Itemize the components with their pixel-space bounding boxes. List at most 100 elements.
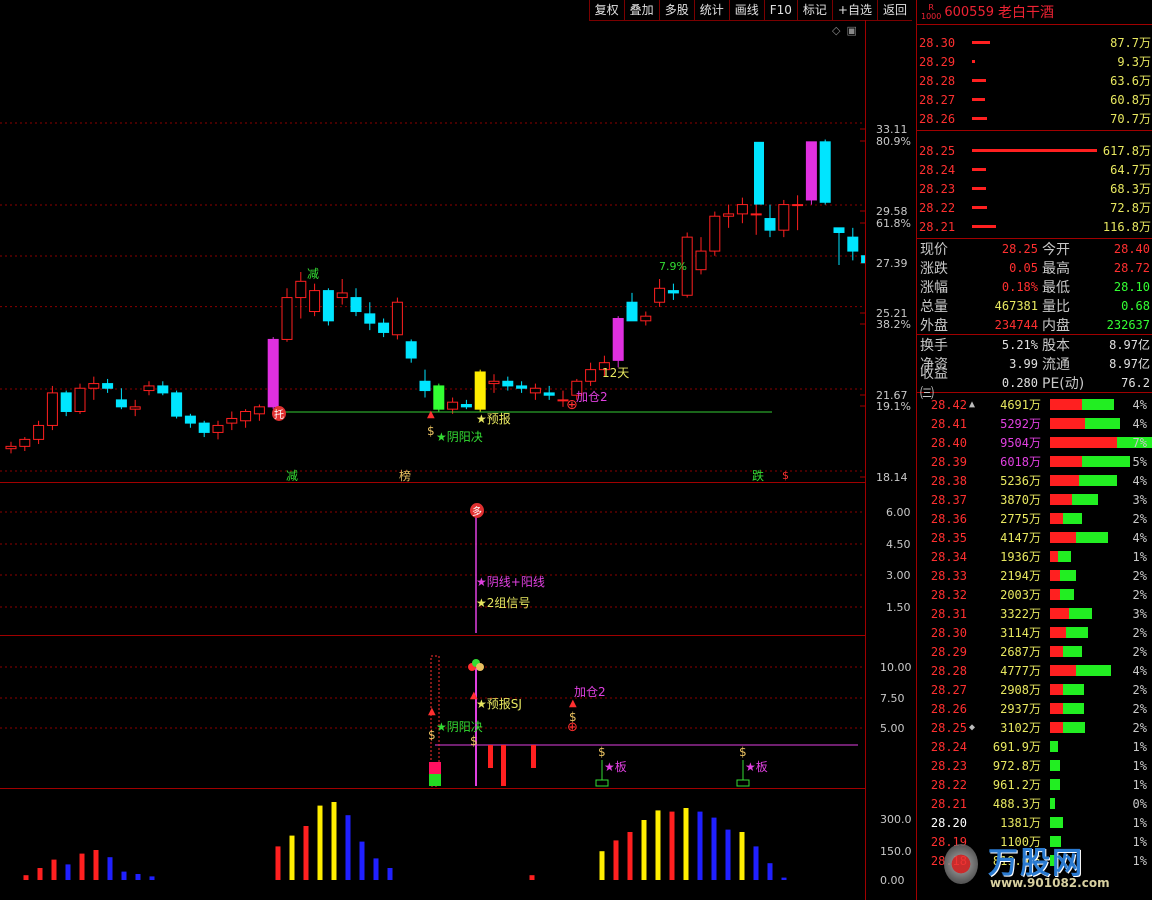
pv-bar-red bbox=[1050, 418, 1086, 429]
order-volume: 60.8万 bbox=[1110, 93, 1151, 107]
order-bids-row[interactable]: 28.21 116.8万 bbox=[917, 217, 1152, 236]
quote-row: 涨幅 0.18% 最低 28.10 bbox=[917, 277, 1152, 296]
order-price: 28.23 bbox=[919, 181, 956, 196]
annotation-add-position-p3: 加仓2 bbox=[574, 685, 606, 699]
price-volume-row[interactable]: 28.41 5292万 4% bbox=[917, 414, 1152, 433]
volume-bar bbox=[697, 811, 703, 880]
toolbar-button-2[interactable]: 多股 bbox=[658, 0, 694, 20]
volume-bar bbox=[23, 875, 29, 880]
price-volume-row[interactable]: 28.39 6018万 5% bbox=[917, 452, 1152, 471]
toolbar-button-3[interactable]: 统计 bbox=[693, 0, 729, 20]
pv-bar-green bbox=[1062, 684, 1084, 695]
price-volume-row[interactable]: 28.37 3870万 3% bbox=[917, 490, 1152, 509]
pv-price: 28.35 bbox=[930, 530, 967, 545]
order-bids-row[interactable]: 28.25 617.8万 bbox=[917, 141, 1152, 160]
order-asks-row[interactable]: 28.26 70.7万 bbox=[917, 109, 1152, 128]
quote-key: 量比 bbox=[1042, 298, 1070, 315]
price-volume-row[interactable]: 28.22 961.2万 1% bbox=[917, 775, 1152, 794]
price-volume-table[interactable]: 28.42 ▲ 4691万 4% 28.41 5292万 4% 28.40 9504万 7% 28.… bbox=[917, 395, 1152, 870]
price-volume-row[interactable]: 28.33 2194万 2% bbox=[917, 566, 1152, 585]
toolbar-button-7[interactable]: +自选 bbox=[831, 0, 877, 20]
candle bbox=[240, 410, 252, 422]
price-volume-row[interactable]: 28.42 ▲ 4691万 4% bbox=[917, 395, 1152, 414]
panel3-block bbox=[429, 774, 441, 786]
pv-percent: 2% bbox=[1132, 701, 1147, 716]
order-asks-row[interactable]: 28.28 63.6万 bbox=[917, 71, 1152, 90]
toolbar-button-5[interactable]: F10 bbox=[763, 0, 797, 20]
price-volume-row[interactable]: 28.32 2003万 2% bbox=[917, 585, 1152, 604]
volume-bar bbox=[303, 826, 309, 880]
panel3-axis-1: 7.50 bbox=[880, 692, 905, 705]
toolbar-button-0[interactable]: 复权 bbox=[588, 0, 624, 20]
panel2-axis-3: 1.50 bbox=[886, 601, 911, 614]
candle bbox=[667, 290, 679, 294]
order-price: 28.26 bbox=[919, 111, 956, 126]
pv-bar-green bbox=[1062, 646, 1082, 657]
quote-value: 28.40 bbox=[1113, 241, 1150, 256]
price-volume-row[interactable]: 28.36 2775万 2% bbox=[917, 509, 1152, 528]
price-volume-row[interactable]: 28.26 2937万 2% bbox=[917, 699, 1152, 718]
order-bar bbox=[972, 41, 990, 44]
volume-bar bbox=[93, 850, 99, 880]
order-price: 28.29 bbox=[919, 54, 956, 69]
price-volume-row[interactable]: 28.28 4777万 4% bbox=[917, 661, 1152, 680]
price-volume-row[interactable]: 28.34 1936万 1% bbox=[917, 547, 1152, 566]
toolbar-button-4[interactable]: 画线 bbox=[728, 0, 764, 20]
order-asks-row[interactable]: 28.29 9.3万 bbox=[917, 52, 1152, 71]
order-volume: 70.7万 bbox=[1110, 112, 1151, 126]
volume-bar bbox=[739, 832, 745, 880]
toolbar-button-1[interactable]: 叠加 bbox=[623, 0, 659, 20]
quote-key: 最低 bbox=[1042, 279, 1070, 296]
pv-bar-red bbox=[1050, 608, 1070, 619]
order-asks-row[interactable]: 28.27 60.8万 bbox=[917, 90, 1152, 109]
order-bids-row[interactable]: 28.24 64.7万 bbox=[917, 160, 1152, 179]
price-volume-row[interactable]: 28.23 972.8万 1% bbox=[917, 756, 1152, 775]
order-bids-row[interactable]: 28.23 68.3万 bbox=[917, 179, 1152, 198]
volume-bar bbox=[107, 857, 113, 880]
pv-bar-green bbox=[1082, 399, 1114, 410]
pv-bar-green bbox=[1066, 627, 1089, 638]
price-volume-row[interactable]: 28.30 3114万 2% bbox=[917, 623, 1152, 642]
chart-area[interactable]: 33.11 80.9% 29.58 61.8% 27.39 25.21 38.2% 21.67… bbox=[0, 0, 912, 900]
toolbar-button-6[interactable]: 标记 bbox=[796, 0, 832, 20]
annotation-reduce-top: 减 bbox=[307, 267, 320, 281]
annotation-twelve-days: 12天 bbox=[602, 366, 630, 380]
kline-chart-svg[interactable] bbox=[0, 0, 866, 900]
volume-bar bbox=[599, 851, 605, 880]
toolbar-button-8[interactable]: 返回 bbox=[876, 0, 912, 20]
annotation-ban-1: ★板 bbox=[745, 760, 768, 774]
pv-bar bbox=[1050, 798, 1055, 809]
candle bbox=[502, 380, 514, 387]
price-volume-row[interactable]: 28.31 3322万 3% bbox=[917, 604, 1152, 623]
price-volume-row[interactable]: 28.29 2687万 2% bbox=[917, 642, 1152, 661]
stock-header[interactable]: R 1000 600559 老白干酒 bbox=[917, 0, 1152, 25]
order-bar bbox=[972, 79, 986, 82]
candle bbox=[115, 399, 127, 408]
volume-bar bbox=[331, 802, 337, 880]
panel2-axis-1: 4.50 bbox=[886, 538, 911, 551]
price-volume-row[interactable]: 28.24 691.9万 1% bbox=[917, 737, 1152, 756]
price-volume-row[interactable]: 28.21 488.3万 0% bbox=[917, 794, 1152, 813]
price-volume-row[interactable]: 28.25 ◆ 3102万 2% bbox=[917, 718, 1152, 737]
pv-bar bbox=[1050, 646, 1082, 657]
panel3-bar bbox=[501, 745, 506, 786]
price-volume-row[interactable]: 28.38 5236万 4% bbox=[917, 471, 1152, 490]
arrow-up-icon: ▲ bbox=[427, 409, 435, 420]
order-bar bbox=[972, 98, 985, 101]
annotation-yinyang: ★阴阳决 bbox=[436, 430, 483, 444]
order-bids-row[interactable]: 28.22 72.8万 bbox=[917, 198, 1152, 217]
quote-value: 28.25 bbox=[1001, 241, 1038, 256]
price-volume-row[interactable]: 28.27 2908万 2% bbox=[917, 680, 1152, 699]
pv-volume: 2937万 bbox=[1000, 702, 1041, 716]
candle bbox=[723, 213, 735, 217]
order-asks-row[interactable]: 28.30 87.7万 bbox=[917, 33, 1152, 52]
price-volume-row[interactable]: 28.35 4147万 4% bbox=[917, 528, 1152, 547]
diamond-icon[interactable]: ◇ bbox=[832, 24, 840, 37]
pv-bar-green bbox=[1062, 722, 1086, 733]
order-volume: 116.8万 bbox=[1102, 220, 1151, 234]
quote-key: 流通 bbox=[1042, 356, 1070, 373]
price-volume-row[interactable]: 28.40 9504万 7% bbox=[917, 433, 1152, 452]
window-icon[interactable]: ▣ bbox=[846, 24, 856, 37]
order-volume: 64.7万 bbox=[1110, 163, 1151, 177]
price-volume-row[interactable]: 28.20 1381万 1% bbox=[917, 813, 1152, 832]
